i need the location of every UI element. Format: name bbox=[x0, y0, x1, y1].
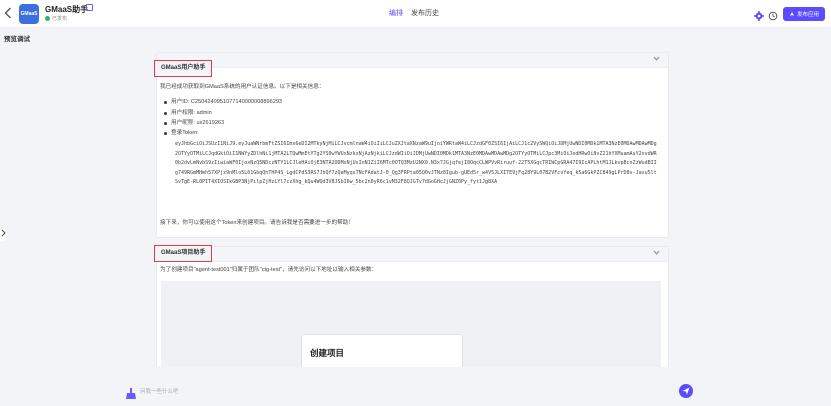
dialog-title: 创建项目 bbox=[310, 348, 345, 358]
card1-next-step: 接下来，你可以使用这个Token来创建项目。请告诉我是否需要进一步的帮助！ bbox=[160, 220, 354, 226]
token-value: eyJhbGciOiJSUzI1NiJ9.eyJuaWNrbmFtZSI6Imx… bbox=[175, 141, 657, 185]
header-tabs: 编排 发布历史 bbox=[389, 8, 439, 18]
edit-app-icon[interactable] bbox=[86, 4, 93, 11]
back-button[interactable] bbox=[4, 7, 16, 21]
history-button[interactable] bbox=[768, 8, 778, 21]
app-logo: GMaaS bbox=[19, 4, 39, 24]
publish-status-label: 已发布 bbox=[52, 16, 68, 22]
broom-icon bbox=[126, 388, 136, 399]
app-title: GMaaS助手 bbox=[45, 5, 89, 14]
publish-status: 已发布 bbox=[45, 15, 67, 22]
list-item-user-id: 用户ID: C2504240951077140000008896293 bbox=[163, 99, 283, 105]
chevron-right-icon bbox=[1, 229, 6, 237]
chat-input-bar bbox=[122, 384, 695, 400]
list-item-permission: 用户权限: admin bbox=[164, 110, 212, 116]
settings-button[interactable] bbox=[754, 8, 764, 21]
chevron-left-icon bbox=[4, 7, 11, 19]
publish-app-label: 发布应用 bbox=[796, 12, 819, 18]
published-dot-icon bbox=[45, 16, 50, 21]
clear-context-button[interactable] bbox=[126, 386, 136, 399]
chat-input[interactable] bbox=[140, 385, 670, 399]
gear-icon bbox=[754, 11, 764, 21]
create-project-dialog: 创建项目 bbox=[301, 334, 463, 367]
clock-history-icon bbox=[768, 11, 778, 21]
preview-area[interactable]: GMaaS用户助手 我已经成功获取到GMaaS系统的用户认证信息。以下是相关信息… bbox=[151, 52, 672, 367]
send-button[interactable] bbox=[679, 384, 693, 398]
rocket-icon bbox=[789, 12, 794, 16]
card-header[interactable] bbox=[157, 247, 668, 262]
page-title: 预览调试 bbox=[4, 36, 30, 43]
sidebar-toggle[interactable] bbox=[0, 229, 7, 241]
embedded-form-frame[interactable]: 创建项目 bbox=[161, 281, 661, 367]
list-item-nickname: 用户昵称: ux2619263 bbox=[163, 120, 225, 126]
top-header: GMaaS GMaaS助手 已发布 编排 发布历史 发布应用 bbox=[0, 0, 831, 28]
card-title-project: GMaaS项目助手 bbox=[154, 245, 213, 262]
card1-intro: 我已经成功获取到GMaaS系统的用户认证信息。以下是相关信息： bbox=[160, 84, 325, 90]
chevron-down-icon[interactable] bbox=[653, 250, 660, 257]
card2-intro: 为了创建项目"agent-test001"归属于团队"ctg-test"，请先访… bbox=[160, 267, 378, 273]
list-item-token-label: 登录Token: bbox=[164, 130, 199, 136]
send-icon bbox=[682, 387, 690, 395]
card-title-user: GMaaS用户助手 bbox=[154, 60, 213, 77]
tab-orchestrate[interactable]: 编排 bbox=[389, 8, 403, 18]
chevron-down-icon[interactable] bbox=[653, 56, 660, 63]
card-header[interactable] bbox=[157, 53, 668, 68]
publish-app-button[interactable]: 发布应用 bbox=[783, 7, 825, 21]
tab-publish-history[interactable]: 发布历史 bbox=[411, 8, 439, 18]
